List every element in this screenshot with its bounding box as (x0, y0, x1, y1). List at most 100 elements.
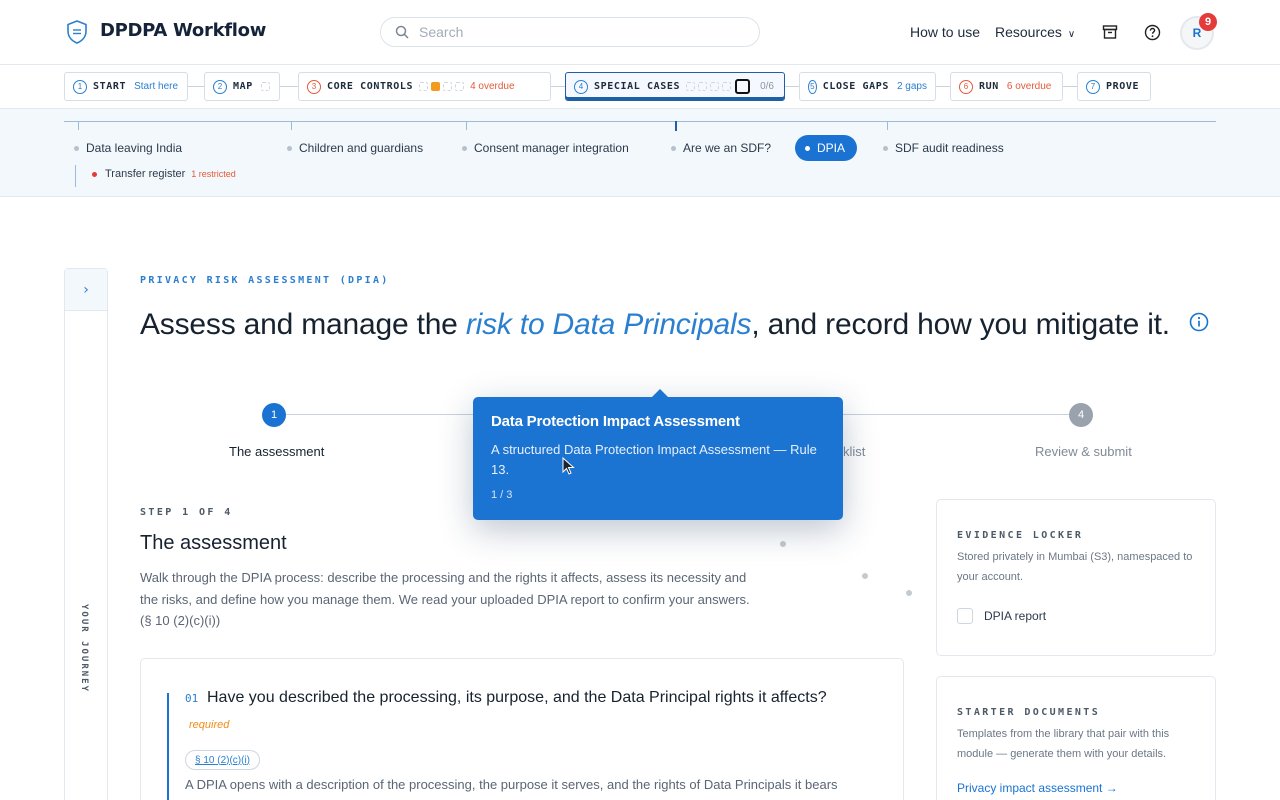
status-dot (92, 171, 97, 177)
progress-square (710, 82, 720, 91)
tab-status: Start here (134, 81, 179, 92)
tab-label: CLOSE GAPS (822, 81, 889, 92)
tab-status: 6 overdue (1006, 81, 1052, 92)
tooltip-arrow (651, 389, 669, 398)
question-help-text: A DPIA opens with a description of the p… (185, 777, 838, 792)
how-to-use-link[interactable]: How to use (910, 24, 980, 40)
chevron-down-icon: ∨ (1067, 29, 1076, 40)
section-reference-link[interactable]: § 10 (2)(c)(i) (185, 750, 261, 770)
evidence-checkbox[interactable] (957, 608, 973, 624)
progress-line (842, 414, 1069, 415)
subnav-branch-line (75, 165, 76, 187)
archive-icon (1102, 25, 1118, 39)
tab-start[interactable]: 1 START Start here (64, 72, 188, 101)
help-button[interactable] (1138, 18, 1166, 46)
subnav-label: Transfer register (105, 168, 186, 180)
subnav-item-data-leaving-india[interactable]: Data leaving India (74, 141, 182, 155)
status-dot (671, 145, 676, 151)
subnav-item-dpia[interactable]: DPIA (795, 135, 858, 161)
tab-connector (785, 86, 799, 87)
tab-prove[interactable]: 7 PROVE (1077, 72, 1151, 101)
info-icon[interactable] (1189, 312, 1209, 332)
expand-journey-button[interactable]: › (65, 269, 107, 311)
tab-label: RUN (979, 81, 999, 92)
progress-square (443, 82, 453, 91)
starter-documents-card: STARTER DOCUMENTS Templates from the lib… (936, 676, 1216, 800)
progress-label-1[interactable]: The assessment (229, 444, 324, 459)
tab-connector (188, 86, 204, 87)
step-description: Walk through the DPIA process: describe … (140, 570, 750, 628)
privacy-impact-assessment-link[interactable]: Privacy impact assessment → (957, 781, 1118, 795)
tab-number: 6 (959, 79, 973, 94)
subnav-label: Data leaving India (86, 141, 183, 155)
status-dot (883, 145, 888, 151)
tab-close-gaps[interactable]: 5 CLOSE GAPS 2 gaps (799, 72, 936, 101)
notification-badge: 9 (1199, 13, 1217, 31)
progress-step-4[interactable]: 4 (1069, 403, 1093, 427)
subnav-item-transfer-register[interactable]: Transfer register 1 restricted (92, 168, 236, 180)
subnav-item-consent-manager[interactable]: Consent manager integration (462, 141, 629, 155)
status-dot (805, 145, 810, 151)
tab-special-cases[interactable]: 4 SPECIAL CASES 0/6 (565, 72, 785, 101)
journey-label: YOUR JOURNEY (79, 604, 89, 694)
focus-square-icon (735, 79, 751, 94)
progress-square (686, 82, 696, 91)
onboarding-tooltip[interactable]: Data Protection Impact Assessment A stru… (473, 389, 843, 520)
subnav-item-children[interactable]: Children and guardians (287, 141, 423, 155)
starter-documents-description: Templates from the library that pair wit… (957, 728, 1170, 760)
starter-documents-title: STARTER DOCUMENTS (957, 707, 1101, 718)
tooltip-title: Data Protection Impact Assessment (491, 413, 740, 430)
tab-status: 2 gaps (896, 81, 927, 92)
progress-square (260, 82, 270, 91)
headline-emphasis: risk to Data Principals (465, 308, 752, 341)
subnav-rail (64, 121, 1216, 122)
journey-rail: › YOUR JOURNEY (64, 268, 108, 800)
step-title: The assessment (140, 532, 287, 554)
tab-number: 2 (213, 79, 227, 94)
tab-number: 5 (808, 79, 817, 94)
subnav-label: DPIA (817, 141, 846, 155)
progress-label-4[interactable]: Review & submit (1035, 444, 1132, 459)
tab-connector (280, 86, 298, 87)
evidence-locker-description: Stored privately in Mumbai (S3), namespa… (957, 551, 1193, 583)
question-accent-bar (167, 693, 169, 800)
progress-square (722, 82, 732, 91)
progress-label-3[interactable]: klist (843, 444, 865, 459)
tab-label: START (93, 81, 127, 92)
rail-tick (78, 121, 79, 130)
subnav-item-sdf-audit[interactable]: SDF audit readiness (883, 141, 1004, 155)
restricted-badge: 1 restricted (191, 169, 236, 179)
tab-map[interactable]: 2 MAP (204, 72, 280, 101)
tab-run[interactable]: 6 RUN 6 overdue (950, 72, 1063, 101)
subnav-item-sdf[interactable]: Are we an SDF? (671, 141, 771, 155)
headline-start: Assess and manage the (140, 308, 466, 341)
tooltip-counter: 1 / 3 (491, 489, 513, 501)
search-input[interactable] (419, 22, 739, 42)
tab-connector (936, 86, 950, 87)
chevron-right-icon: › (83, 281, 89, 298)
tab-core-controls[interactable]: 3 CORE CONTROLS 4 overdue (298, 72, 551, 101)
evidence-item-dpia-report[interactable]: DPIA report (957, 608, 1046, 624)
special-cases-subnav: Data leaving India Children and guardian… (0, 109, 1280, 197)
rail-tick (675, 121, 677, 131)
help-icon (1144, 24, 1160, 40)
subnav-label: Are we an SDF? (683, 141, 772, 155)
progress-step-1[interactable]: 1 (262, 403, 286, 427)
archive-button[interactable] (1096, 18, 1124, 46)
app-title[interactable]: DPDPA Workflow (100, 20, 266, 41)
tab-connector (551, 86, 565, 87)
question-text: Have you described the processing, its p… (207, 689, 827, 706)
resources-menu[interactable]: Resources ∨ (995, 24, 1075, 40)
subnav-label: Consent manager integration (474, 141, 629, 155)
search-box[interactable] (380, 17, 760, 47)
progress-square (698, 82, 708, 91)
tab-connector (1063, 86, 1077, 87)
status-dot (287, 145, 292, 151)
question-card: 01 Have you described the processing, it… (140, 658, 904, 800)
tab-label: SPECIAL CASES (594, 81, 681, 92)
headline-end: , and record how you mitigate it. (751, 308, 1170, 341)
progress-line (286, 414, 476, 415)
tab-status: 4 overdue (470, 81, 515, 92)
workflow-stepper: 1 START Start here 2 MAP 3 CORE CONTROLS… (0, 65, 1280, 109)
progress-square (419, 82, 429, 91)
